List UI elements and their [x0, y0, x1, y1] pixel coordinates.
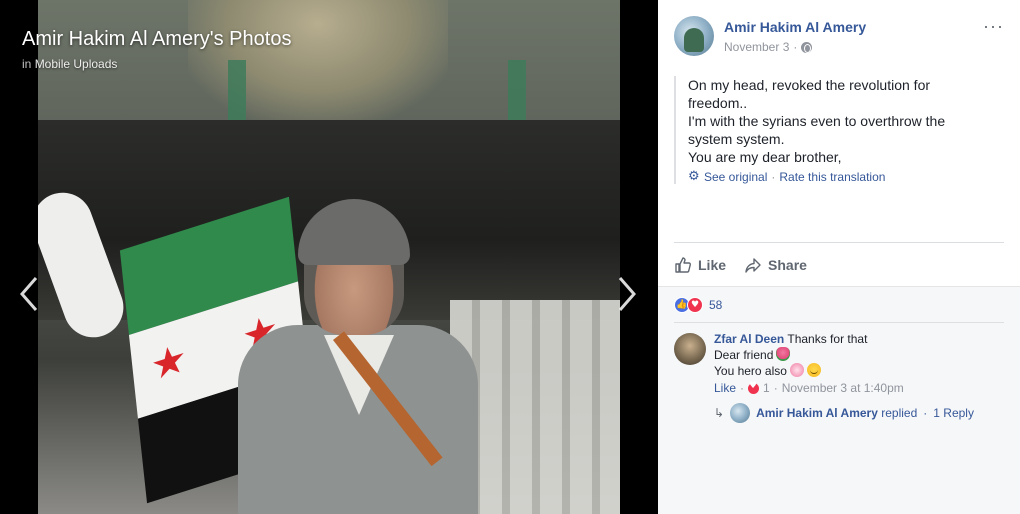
- reply-arrow-icon: ↳: [714, 406, 725, 420]
- share-label: Share: [768, 256, 807, 273]
- gear-icon[interactable]: ⚙: [688, 170, 700, 183]
- chevron-left-icon: [20, 277, 38, 311]
- post-header: Amir Hakim Al Amery November 3 · ···: [658, 0, 1020, 70]
- more-icon[interactable]: ···: [983, 16, 1004, 37]
- smile-emoji: [806, 363, 821, 377]
- love-reaction-icon: ♥: [687, 296, 703, 313]
- comment-love-count[interactable]: 1: [763, 381, 770, 395]
- replies-row[interactable]: ↳ Amir Hakim Al Amery replied · 1 Reply: [674, 403, 1004, 423]
- reply-author: Amir Hakim Al Amery: [756, 406, 878, 420]
- translation-separator: ·: [771, 170, 776, 184]
- reaction-count[interactable]: 58: [709, 298, 722, 312]
- share-button[interactable]: Share: [744, 256, 807, 274]
- like-label: Like: [698, 256, 727, 273]
- post-panel: Amir Hakim Al Amery November 3 · ··· On …: [658, 0, 1020, 514]
- comment: Zfar Al Deen Thanks for that Dear friend…: [674, 331, 1004, 395]
- comment-text-line: Thanks for that: [787, 332, 868, 346]
- chevron-right-icon: [618, 277, 636, 311]
- reaction-icons[interactable]: 👍 ♥: [674, 296, 703, 313]
- translation-line: system system.: [688, 131, 785, 147]
- comments-section: Zfar Al Deen Thanks for that Dear friend…: [658, 322, 1020, 514]
- commenter-avatar[interactable]: [674, 333, 706, 365]
- comment-footer: Like · 1 · November 3 at 1:40pm: [714, 381, 1004, 396]
- comment-like-link[interactable]: Like: [714, 381, 736, 395]
- photo-album-title[interactable]: Amir Hakim Al Amery's Photos: [22, 28, 291, 51]
- comment-body: Zfar Al Deen Thanks for that: [714, 331, 1004, 347]
- globe-icon[interactable]: [801, 41, 813, 53]
- next-photo-button[interactable]: [612, 274, 640, 314]
- footer-separator: ·: [740, 381, 745, 395]
- love-reaction-icon[interactable]: [748, 381, 760, 394]
- translation-line: You are my dear brother,: [688, 149, 842, 165]
- reply-separator: ·: [923, 406, 928, 420]
- translation-line: On my head, revoked the revolution for: [688, 77, 931, 93]
- author-avatar[interactable]: [674, 16, 714, 56]
- post-translation: On my head, revoked the revolution for f…: [674, 76, 1004, 184]
- like-button[interactable]: Like: [674, 256, 726, 274]
- album-link[interactable]: Mobile Uploads: [35, 57, 118, 71]
- footer-separator: ·: [773, 381, 778, 395]
- reply-verb: replied: [881, 406, 918, 420]
- translation-links: ⚙ See original · Rate this translation: [688, 170, 1004, 184]
- photo-background-arch: [188, 0, 448, 120]
- tulip-emoji: [776, 347, 791, 361]
- reactions-bar: 👍 ♥ 58: [658, 286, 1020, 322]
- comment-text-line: You hero also: [714, 364, 787, 378]
- translation-line: I'm with the syrians even to overthrow t…: [688, 113, 946, 129]
- post-author[interactable]: Amir Hakim Al Amery: [724, 19, 866, 35]
- comment-time[interactable]: November 3 at 1:40pm: [782, 381, 904, 395]
- subtitle-prefix: in: [22, 57, 32, 71]
- previous-photo-button[interactable]: [16, 274, 44, 314]
- photo-album-subtitle: in Mobile Uploads: [22, 57, 117, 71]
- comment-author[interactable]: Zfar Al Deen: [714, 332, 784, 346]
- like-icon: [675, 256, 691, 273]
- meta-separator: ·: [793, 40, 798, 54]
- share-icon: [745, 257, 761, 273]
- photo-stage: ★ ★ Amir Hakim Al Amery's Photos in Mobil…: [0, 0, 658, 514]
- reply-count[interactable]: 1 Reply: [933, 406, 974, 420]
- translation-line: freedom..: [688, 95, 748, 111]
- photo[interactable]: ★ ★: [38, 0, 620, 514]
- comment-text-line: Dear friend: [714, 348, 774, 362]
- rate-translation-link[interactable]: Rate this translation: [779, 170, 885, 184]
- see-original-link[interactable]: See original: [704, 170, 767, 184]
- reply-summary[interactable]: Amir Hakim Al Amery replied: [756, 406, 917, 420]
- post-actions: Like Share: [674, 242, 1004, 286]
- post-meta: November 3 ·: [724, 40, 813, 54]
- blossom-emoji: [789, 363, 804, 377]
- reply-author-avatar: [730, 403, 751, 423]
- post-date[interactable]: November 3: [724, 40, 789, 54]
